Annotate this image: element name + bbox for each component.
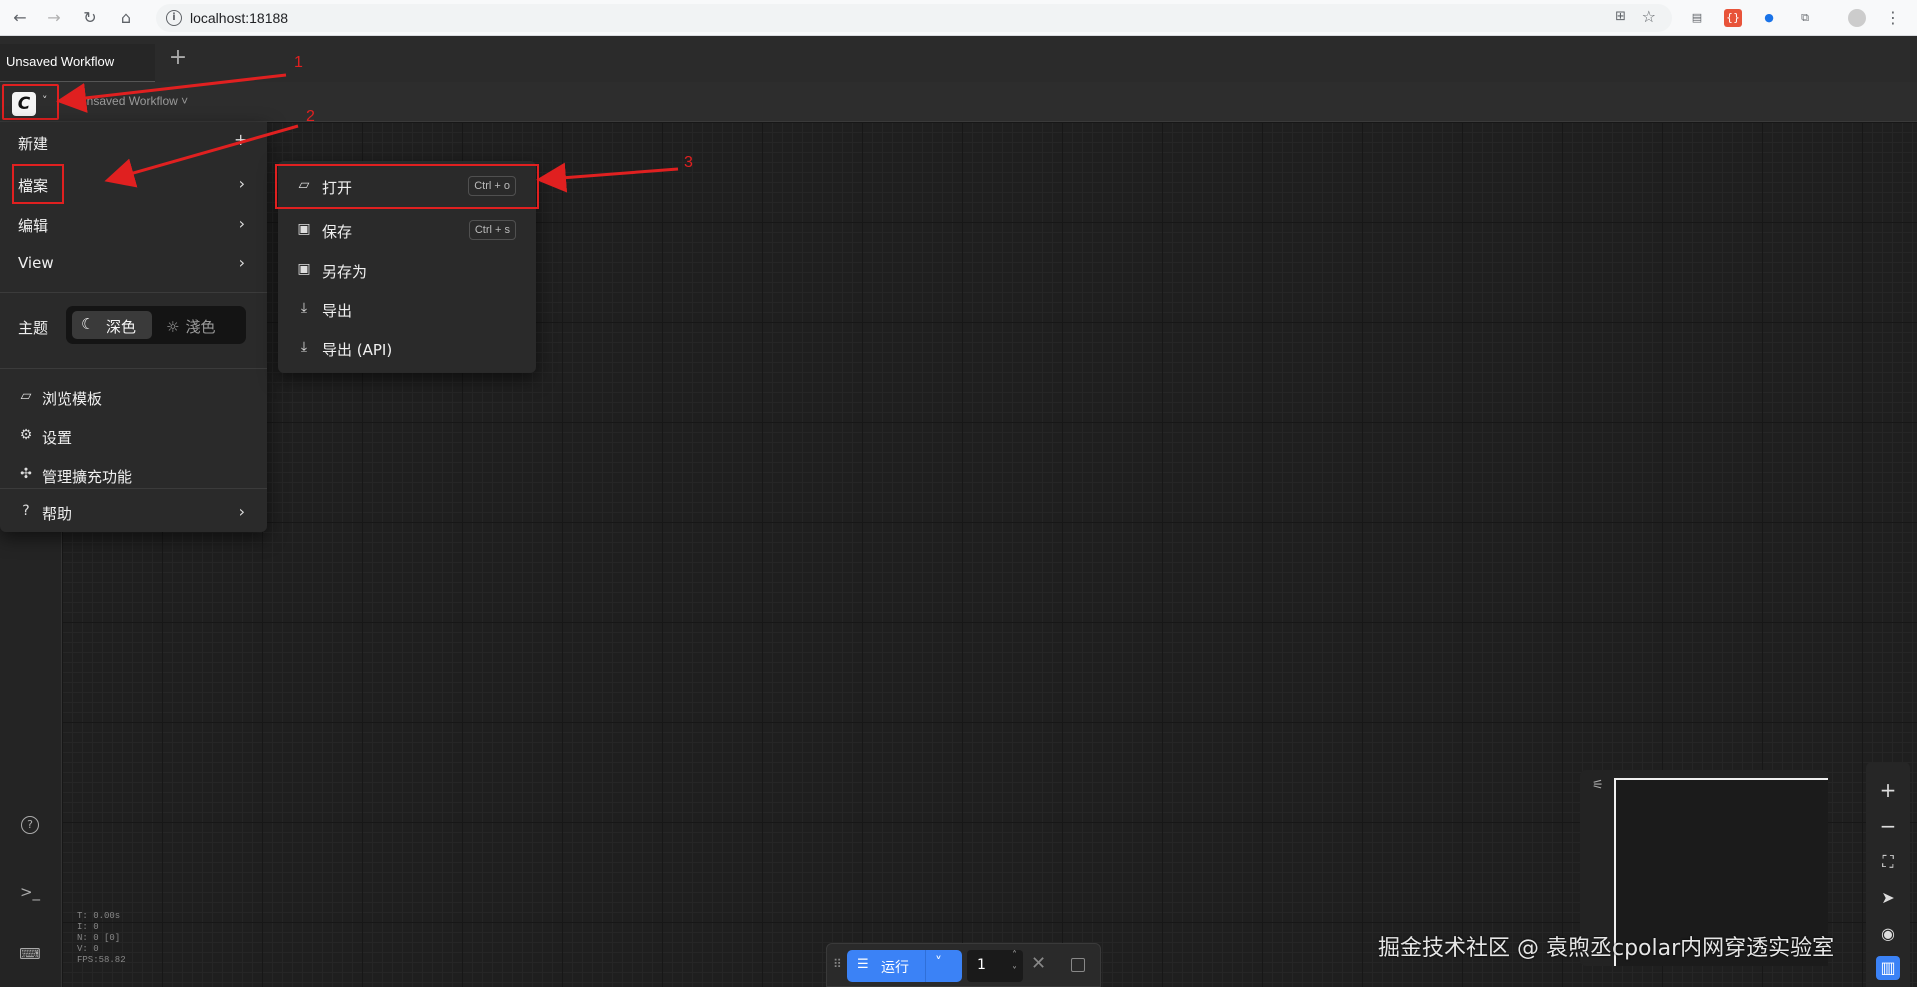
- annotation-number: 1: [294, 54, 303, 71]
- drag-handle-icon[interactable]: ⠿: [833, 957, 842, 971]
- zoom-out-icon[interactable]: −: [1876, 814, 1900, 838]
- zoom-in-icon[interactable]: +: [1876, 778, 1900, 802]
- run-divider: [925, 950, 926, 982]
- annotation-arrow: [104, 124, 299, 188]
- batch-count-value: 1: [977, 957, 986, 973]
- sliders-icon[interactable]: ⚟: [1592, 778, 1604, 793]
- annotation-number: 3: [684, 154, 693, 171]
- annotation-arrow: [536, 162, 679, 193]
- eye-icon[interactable]: ◉: [1876, 922, 1900, 946]
- stop-icon[interactable]: [1071, 958, 1085, 972]
- run-button[interactable]: ☰ 运行 ˅: [847, 950, 962, 982]
- close-icon[interactable]: ✕: [1031, 953, 1046, 974]
- chevron-up-icon[interactable]: ˄: [1012, 950, 1017, 961]
- run-label: 运行: [881, 960, 909, 976]
- batch-count-input[interactable]: 1 ˄ ˅: [967, 950, 1023, 982]
- watermark-text: 掘金技术社区 @ 袁煦丞cpolar内网穿透实验室: [1378, 936, 1835, 961]
- map-icon[interactable]: ▥: [1876, 956, 1900, 980]
- fit-view-icon[interactable]: ⛶: [1876, 850, 1900, 874]
- canvas-controls: + − ⛶ ➤ ◉ ▥: [1866, 762, 1910, 987]
- queue-icon: ☰: [857, 957, 869, 972]
- annotation-arrow: [56, 73, 287, 113]
- navigate-icon[interactable]: ➤: [1876, 886, 1900, 910]
- annotation-number: 2: [306, 108, 315, 125]
- chevron-down-icon[interactable]: ˅: [935, 955, 942, 971]
- run-toolbar: ⠿ ☰ 运行 ˅ 1 ˄ ˅ ✕: [826, 943, 1101, 987]
- chevron-down-icon[interactable]: ˅: [1012, 966, 1017, 977]
